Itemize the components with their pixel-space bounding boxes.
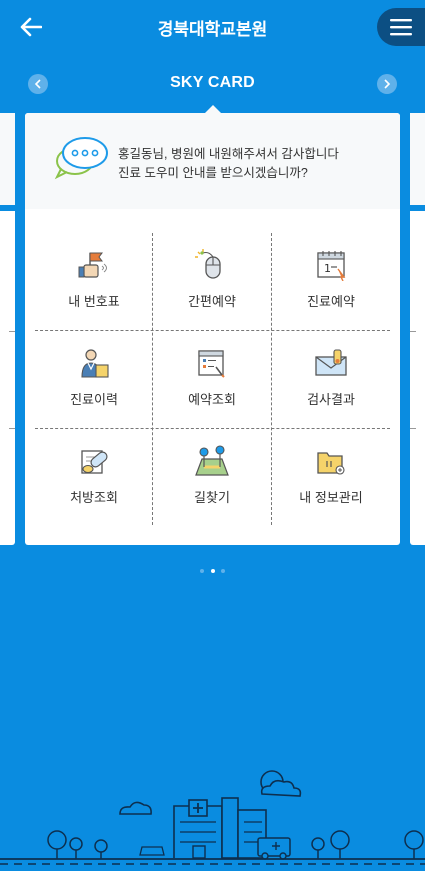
menu-label: 진료예약 — [307, 294, 355, 309]
menu-label: 진료이력 — [70, 392, 118, 407]
menu-label: 예약조회 — [188, 392, 236, 407]
sky-card: 홍길동님, 병원에 내원해주셔서 감사합니다 진료 도우미 안내를 받으시겠습니… — [25, 105, 400, 545]
menu-label: 내 번호표 — [68, 294, 120, 309]
menu-item-prescription[interactable]: 처방조회 — [35, 429, 153, 526]
greeting-banner[interactable]: 홍길동님, 병원에 내원해주셔서 감사합니다 진료 도우미 안내를 받으시겠습니… — [25, 113, 400, 209]
app-header: 경북대학교본원 — [0, 0, 425, 54]
menu-label: 검사결과 — [307, 392, 355, 407]
card-navigation: SKY CARD — [0, 70, 425, 100]
pager-dot[interactable] — [200, 569, 205, 573]
menu-item-my-ticket[interactable]: 내 번호표 — [35, 233, 153, 330]
menu-item-visit-history[interactable]: 진료이력 — [35, 331, 153, 428]
menu-item-quick-reservation[interactable]: 간편예약 — [153, 233, 271, 330]
calendar-icon: 1 — [317, 251, 346, 281]
greeting-text-line2: 진료 도우미 안내를 받으시겠습니까? — [118, 166, 308, 180]
menu-grid: 내 번호표 간편예약 1 진료예약 진료이력 예약조회 검사결과 처방조회 길찾… — [35, 233, 390, 525]
menu-item-my-info[interactable]: 내 정보관리 — [272, 429, 390, 526]
envelope-result-icon — [315, 349, 347, 376]
svg-text:1: 1 — [324, 262, 331, 275]
map-directions-icon — [195, 445, 229, 476]
hamburger-icon — [390, 19, 412, 36]
pager-dot[interactable] — [220, 569, 225, 573]
next-card-button[interactable] — [377, 74, 397, 94]
menu-label: 처방조회 — [70, 490, 118, 505]
menu-button[interactable] — [377, 8, 425, 46]
previous-card-peek[interactable] — [0, 113, 15, 545]
pager-dot-active[interactable] — [210, 569, 215, 573]
menu-item-directions[interactable]: 길찾기 — [153, 429, 271, 526]
mouse-click-icon — [195, 249, 221, 279]
page-title: 경북대학교본원 — [157, 20, 268, 39]
menu-item-reservation-lookup[interactable]: 예약조회 — [153, 331, 271, 428]
menu-label: 내 정보관리 — [299, 490, 363, 505]
menu-label: 길찾기 — [194, 490, 230, 505]
reservation-search-icon — [198, 350, 225, 378]
menu-item-test-results[interactable]: 검사결과 — [272, 331, 390, 428]
doctor-history-icon — [81, 349, 109, 378]
greeting-text-line1: 홍길동님, 병원에 내원해주셔서 감사합니다 — [118, 147, 339, 161]
pill-prescription-icon — [81, 450, 108, 474]
folder-info-icon — [317, 452, 345, 475]
chevron-right-icon — [384, 79, 391, 89]
next-card-peek[interactable] — [410, 113, 425, 545]
menu-item-appointment[interactable]: 1 진료예약 — [272, 233, 390, 330]
chat-bubble-icon — [54, 137, 108, 180]
ticket-hand-icon — [78, 252, 107, 278]
card-pager — [0, 560, 425, 578]
menu-label: 간편예약 — [188, 294, 236, 309]
card-title: SKY CARD — [170, 74, 255, 91]
hospital-illustration — [0, 770, 425, 865]
